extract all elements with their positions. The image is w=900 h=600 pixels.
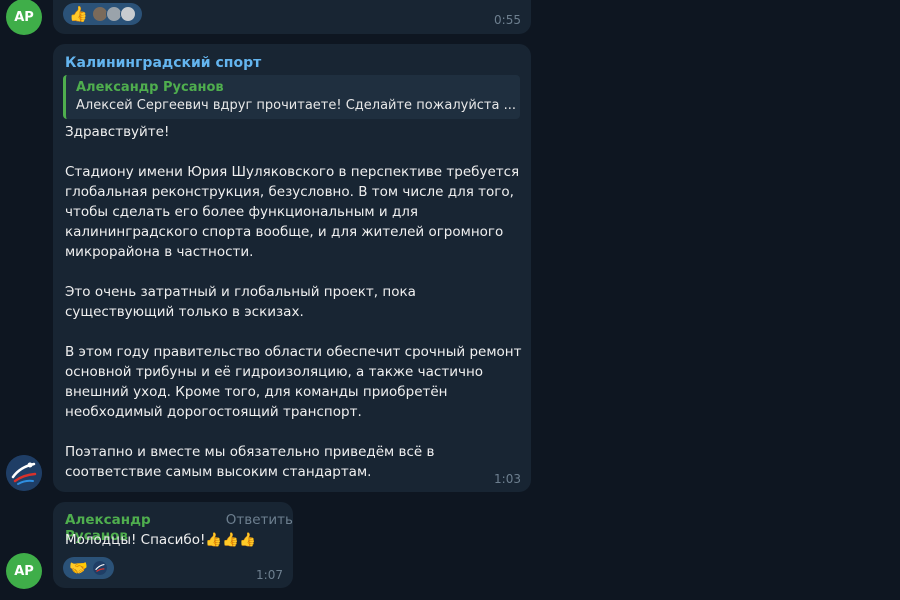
handshake-icon: 🤝	[69, 558, 88, 577]
reaction-handshake[interactable]: 🤝	[63, 557, 114, 579]
reactor-avatar	[91, 560, 108, 576]
reactions[interactable]: 🤝	[63, 557, 114, 579]
message-bubble[interactable]: Александр Русанов Ответить Молодцы! Спас…	[53, 502, 293, 588]
sport-logo-icon	[6, 455, 42, 491]
avatar-initials: AP	[14, 9, 34, 25]
channel-name[interactable]: Калининградский спорт	[65, 55, 261, 71]
reply-snippet: Алексей Сергеевич вдруг прочитаете! Сдел…	[76, 98, 516, 113]
message-time: 1:03	[494, 472, 521, 486]
reply-quote[interactable]: Александр Русанов Алексей Сергеевич вдру…	[63, 75, 520, 119]
user-avatar[interactable]: AP	[6, 553, 42, 589]
message-text: Здравствуйте! Стадиону имени Юрия Шуляко…	[65, 124, 522, 480]
reactor-avatar	[119, 6, 136, 22]
reaction-thumbs-up[interactable]: 👍	[63, 3, 142, 25]
reactions[interactable]: 👍	[63, 3, 142, 25]
message-bubble[interactable]: Калининградский спорт Александр Русанов …	[53, 44, 531, 492]
message-time: 1:07	[256, 568, 283, 582]
reply-link[interactable]: Ответить	[226, 512, 293, 528]
message-time: 0:55	[494, 13, 521, 27]
channel-logo-avatar[interactable]	[6, 455, 42, 491]
avatar-initials: AP	[14, 563, 34, 579]
thumbs-up-icon: 👍	[69, 4, 88, 23]
message-text: Молодцы! Спасибо!👍👍👍	[65, 532, 256, 548]
message-bubble[interactable]: 👍 0:55	[53, 0, 531, 34]
user-avatar[interactable]: AP	[6, 0, 42, 35]
reply-author: Александр Русанов	[76, 80, 224, 95]
